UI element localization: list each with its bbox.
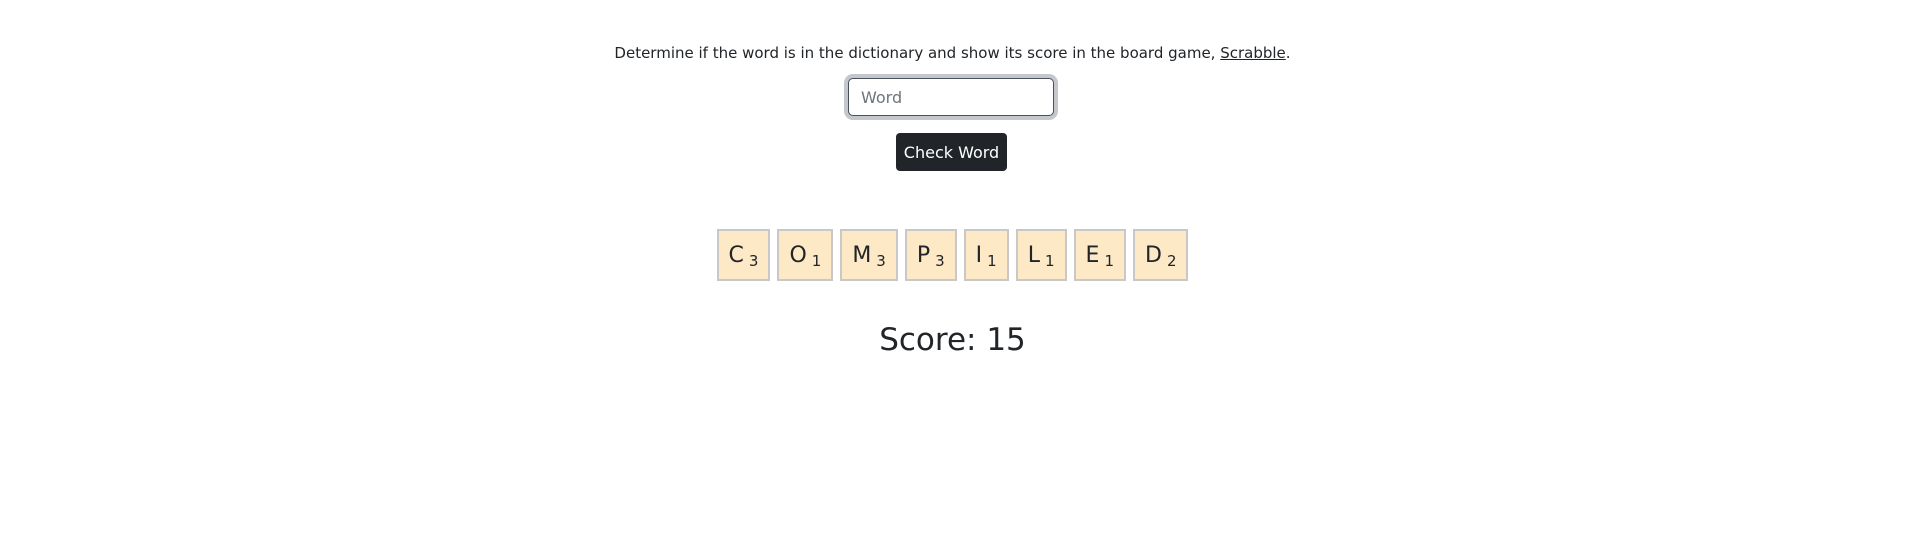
tile-row: C 3 O 1 M 3 P 3 I 1 L 1 E 1 D 2 [0,229,1905,281]
score-display: Score: 15 [879,322,1026,358]
letter-tile: C 3 [716,229,771,281]
tile-letter: C [728,242,744,268]
tile-letter: I [975,242,983,268]
tile-points: 2 [1166,252,1177,270]
letter-tile: M 3 [840,229,898,281]
letter-tile: I 1 [963,229,1009,281]
letter-tile: E 1 [1073,229,1126,281]
tile-letter: P [916,242,931,268]
tile-letter: O [789,242,807,268]
tile-points: 3 [876,252,886,270]
tile-letter: M [852,242,872,268]
tile-points: 1 [811,252,822,270]
intro-sentence: Determine if the word is in the dictiona… [614,44,1221,62]
letter-tile: O 1 [777,229,834,281]
letter-tile: L 1 [1015,229,1067,281]
scrabble-link[interactable]: Scrabble [1220,44,1286,62]
tile-letter: D [1144,242,1162,268]
tile-points: 1 [1044,252,1055,270]
tile-points: 1 [1104,252,1114,270]
tile-points: 3 [748,252,759,270]
tile-points: 3 [935,252,945,270]
tile-letter: E [1085,242,1100,268]
check-word-button[interactable]: Check Word [896,133,1007,171]
word-input[interactable] [848,78,1054,116]
intro-text: Determine if the word is in the dictiona… [0,43,1905,63]
tile-letter: L [1027,242,1040,268]
intro-period: . [1285,44,1291,62]
letter-tile: P 3 [904,229,957,281]
letter-tile: D 2 [1132,229,1189,281]
tile-points: 1 [987,252,997,270]
